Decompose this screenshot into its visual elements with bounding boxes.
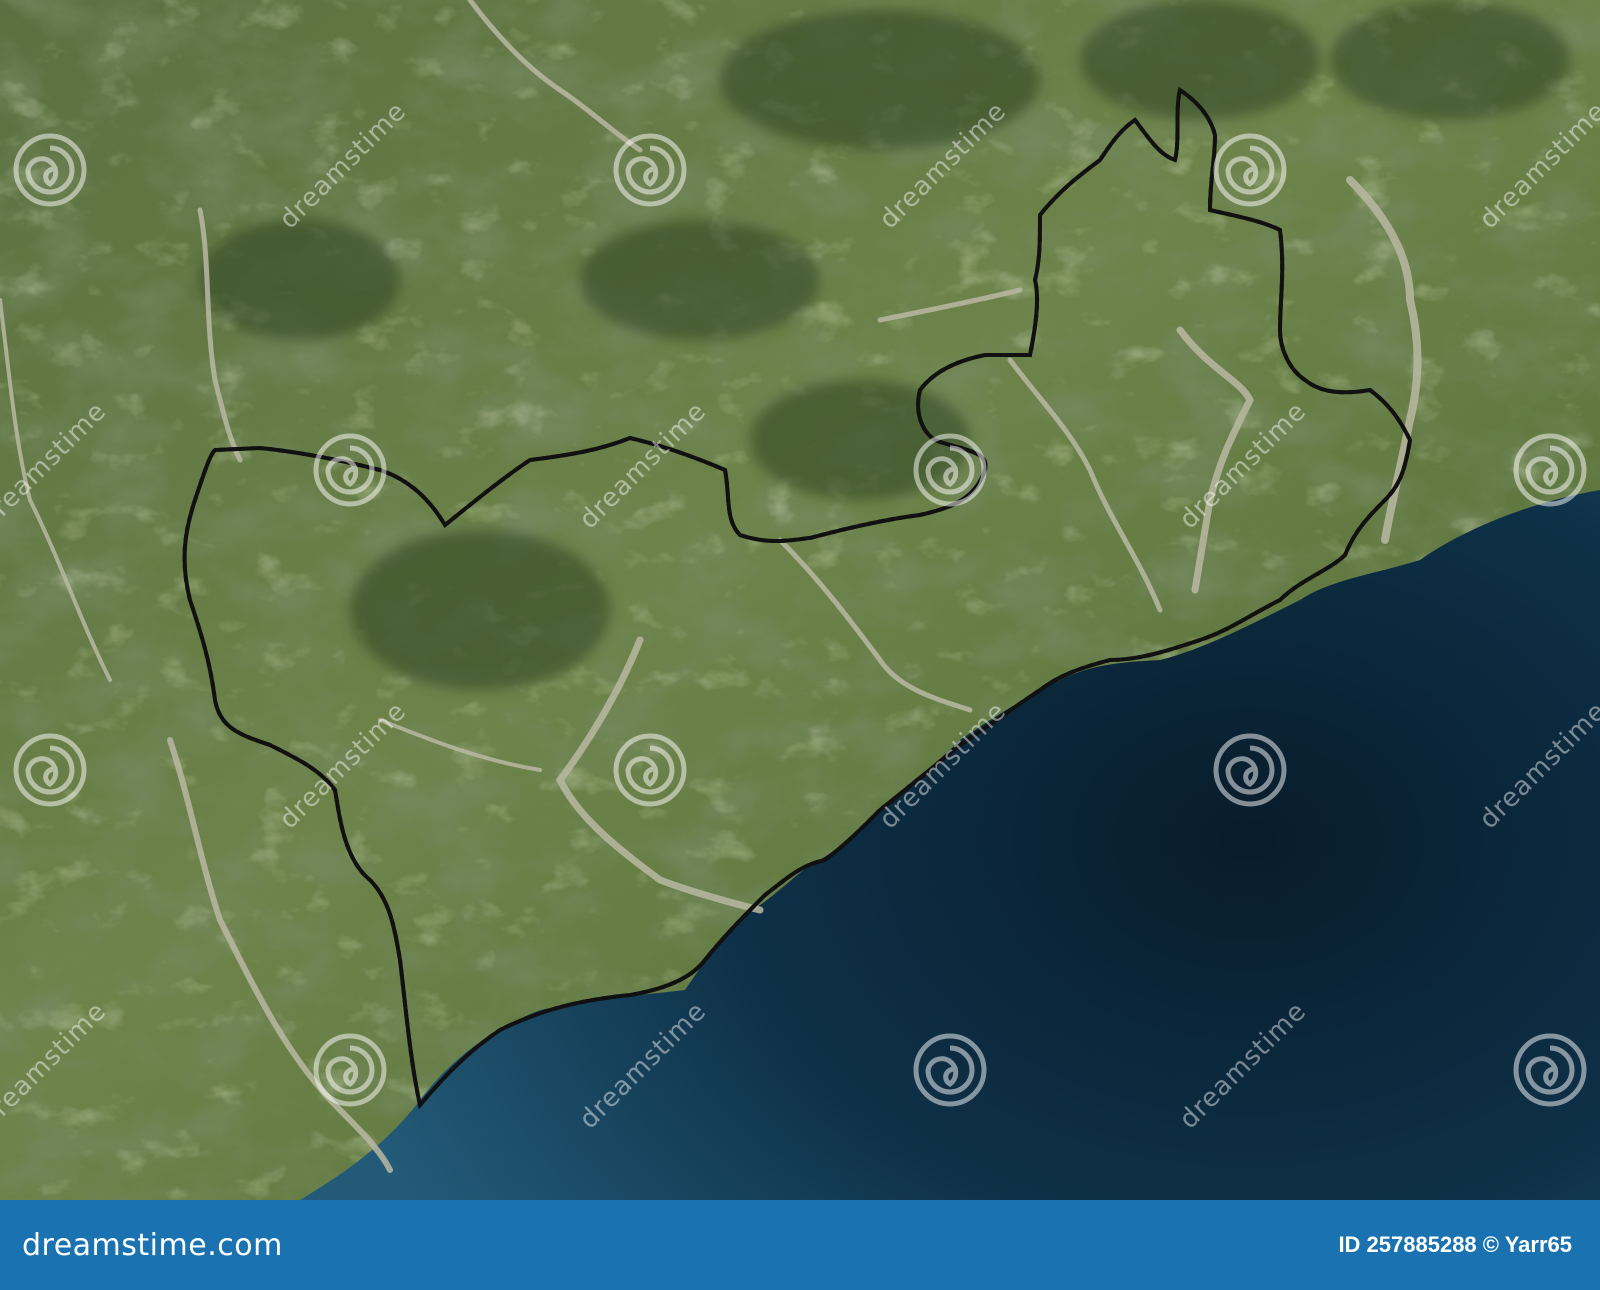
footer-credit: ID 257885288 © Yarr65 bbox=[1338, 1232, 1572, 1257]
footer-brand[interactable]: dreamstime.com bbox=[22, 1228, 283, 1263]
satellite-map: dreamstime dreamstime dreamstime dreamst… bbox=[0, 0, 1600, 1200]
footer-bar: dreamstime.com ID 257885288 © Yarr65 bbox=[0, 1200, 1600, 1290]
